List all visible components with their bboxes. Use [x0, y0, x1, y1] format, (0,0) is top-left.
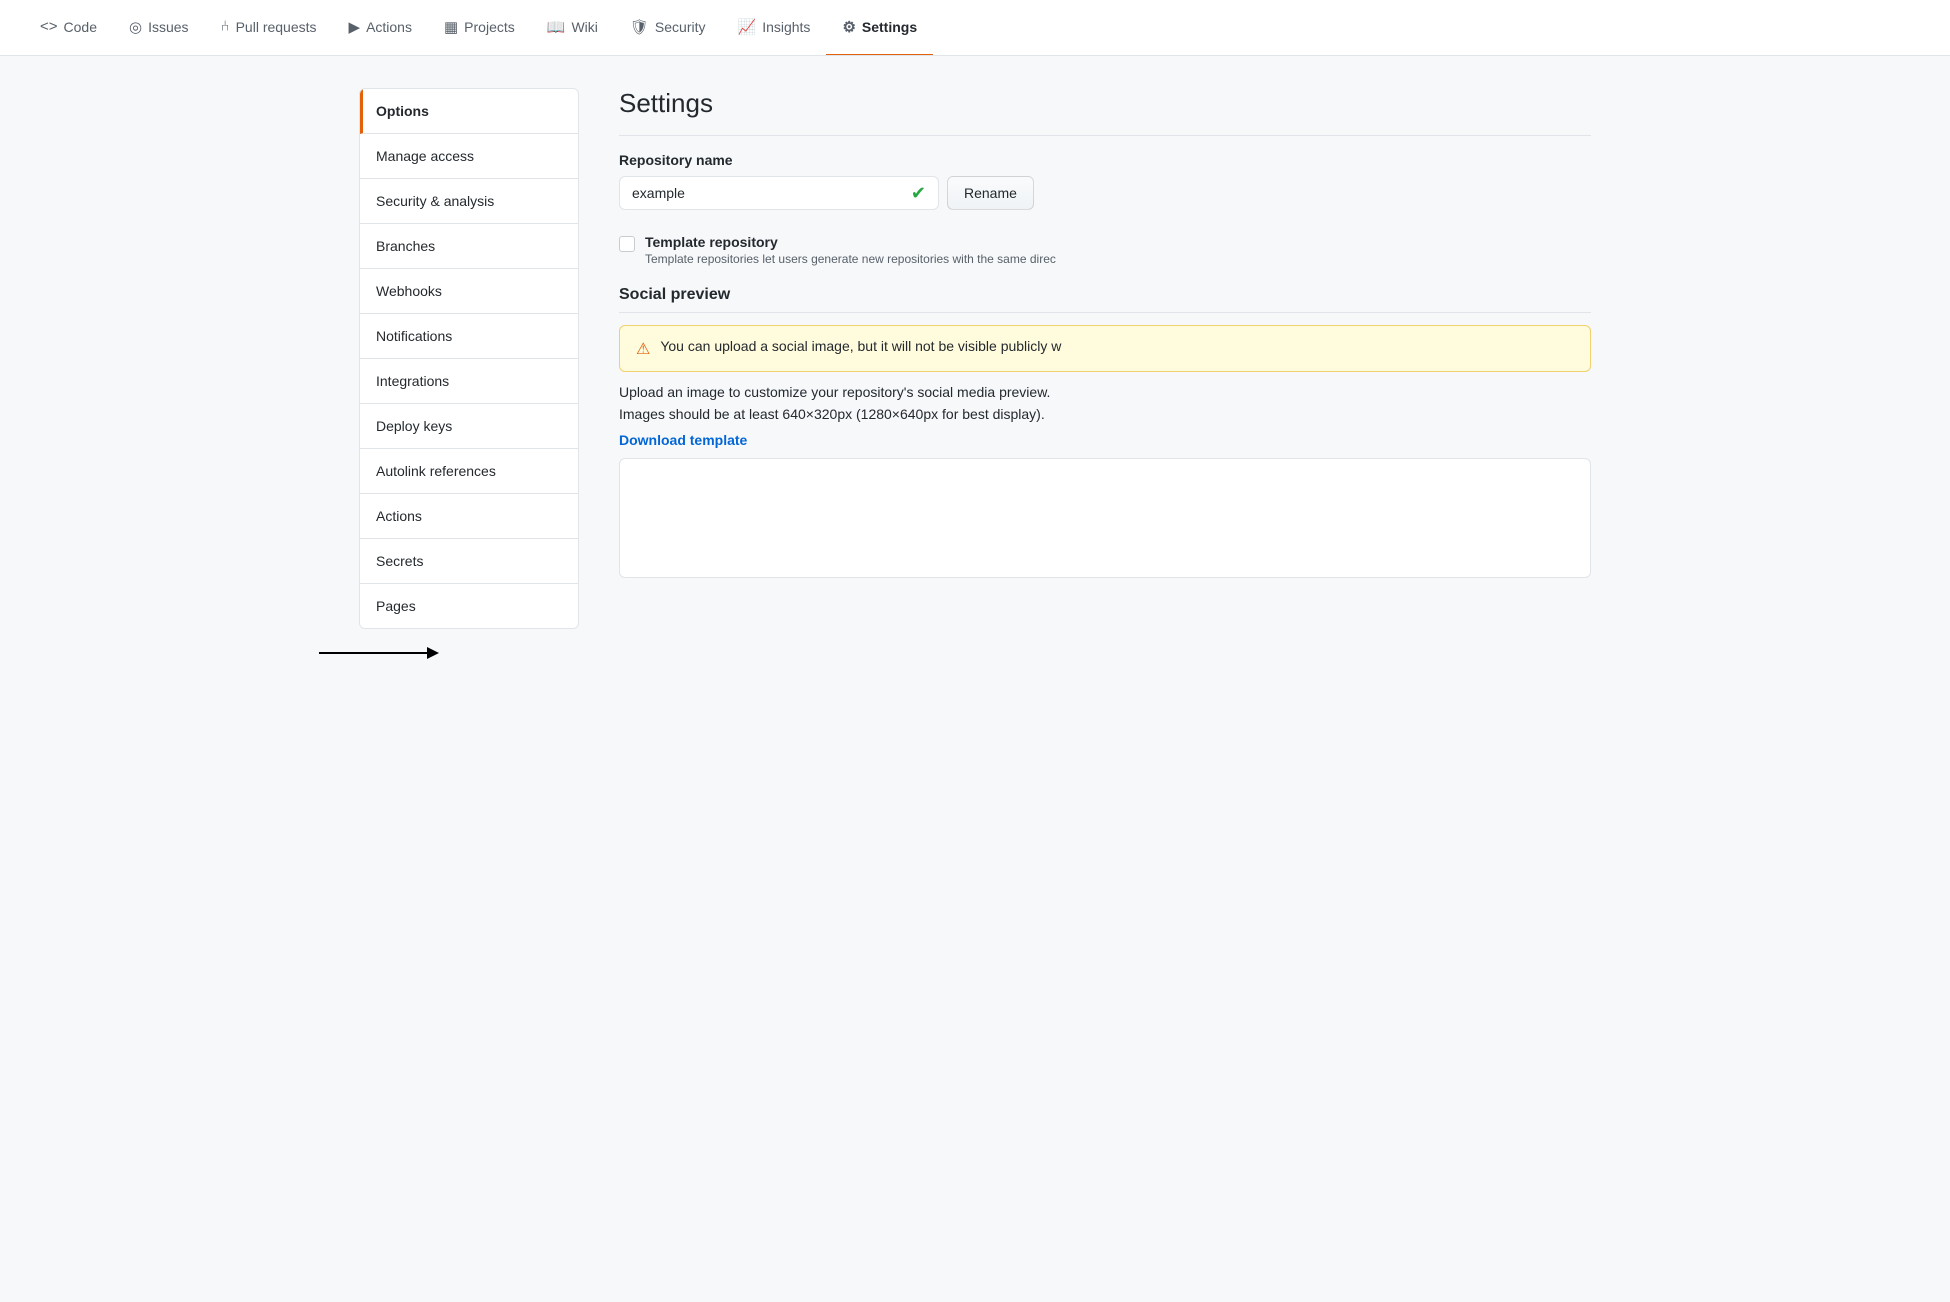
- content-area: Settings Repository name example ✔ Renam…: [619, 88, 1591, 673]
- code-icon: <>: [40, 18, 58, 35]
- download-template-link[interactable]: Download template: [619, 432, 747, 448]
- template-repo-desc: Template repositories let users generate…: [645, 252, 1056, 266]
- nav-security-label: Security: [655, 19, 706, 35]
- template-repo-text: Template repository Template repositorie…: [645, 234, 1056, 266]
- nav-pull-requests-label: Pull requests: [236, 19, 317, 35]
- template-repo-section: Template repository Template repositorie…: [619, 234, 1591, 266]
- image-upload-box[interactable]: [619, 458, 1591, 578]
- sidebar-item-autolink-references[interactable]: Autolink references: [360, 449, 578, 494]
- sidebar-item-pages[interactable]: Pages: [360, 584, 578, 628]
- security-icon: 🛡: [630, 18, 649, 36]
- rename-button[interactable]: Rename: [947, 176, 1034, 210]
- page-container: Options Manage access Security & analysi…: [335, 88, 1615, 673]
- arrow-row: [359, 633, 579, 673]
- nav-settings-label: Settings: [862, 19, 917, 35]
- actions-icon: ▶: [349, 18, 361, 36]
- sidebar-item-branches[interactable]: Branches: [360, 224, 578, 269]
- sidebar-item-actions[interactable]: Actions: [360, 494, 578, 539]
- nav-issues[interactable]: ◎ Issues: [113, 0, 205, 56]
- repo-name-value: example: [632, 185, 685, 201]
- nav-wiki[interactable]: 📖 Wiki: [531, 0, 614, 56]
- repo-name-section: Repository name example ✔ Rename: [619, 152, 1591, 210]
- arrow-indicator: [319, 641, 439, 665]
- nav-security[interactable]: 🛡 Security: [614, 0, 722, 56]
- sidebar-item-security-analysis[interactable]: Security & analysis: [360, 179, 578, 224]
- repo-name-input-row: example ✔ Rename: [619, 176, 1591, 210]
- upload-description: Upload an image to customize your reposi…: [619, 384, 1591, 400]
- nav-projects-label: Projects: [464, 19, 515, 35]
- template-repo-checkbox[interactable]: [619, 236, 635, 252]
- projects-icon: ▦: [444, 18, 458, 36]
- nav-projects[interactable]: ▦ Projects: [428, 0, 531, 56]
- wiki-icon: 📖: [547, 18, 566, 36]
- sidebar-item-secrets[interactable]: Secrets: [360, 539, 578, 584]
- sidebar-item-notifications[interactable]: Notifications: [360, 314, 578, 359]
- pull-requests-icon: ⑃: [221, 18, 230, 35]
- insights-icon: 📈: [738, 18, 757, 36]
- checkmark-icon: ✔: [911, 183, 926, 204]
- social-preview-section: Social preview ⚠ You can upload a social…: [619, 286, 1591, 578]
- sidebar-section: Options Manage access Security & analysi…: [359, 88, 579, 673]
- warning-icon: ⚠: [636, 339, 650, 359]
- nav-code[interactable]: <> Code: [24, 0, 113, 56]
- page-title: Settings: [619, 88, 1591, 136]
- warning-text: You can upload a social image, but it wi…: [660, 338, 1061, 354]
- nav-actions-label: Actions: [366, 19, 412, 35]
- sidebar-item-options[interactable]: Options: [360, 89, 578, 134]
- nav-actions[interactable]: ▶ Actions: [333, 0, 428, 56]
- top-navigation: <> Code ◎ Issues ⑃ Pull requests ▶ Actio…: [0, 0, 1950, 56]
- nav-insights-label: Insights: [762, 19, 810, 35]
- sidebar-item-integrations[interactable]: Integrations: [360, 359, 578, 404]
- social-preview-warning: ⚠ You can upload a social image, but it …: [619, 325, 1591, 372]
- nav-insights[interactable]: 📈 Insights: [722, 0, 827, 56]
- repo-name-input[interactable]: example ✔: [619, 176, 939, 210]
- repo-name-label: Repository name: [619, 152, 1591, 168]
- image-size-desc: Images should be at least 640×320px (128…: [619, 406, 1591, 422]
- arrow-svg: [319, 641, 439, 665]
- nav-issues-label: Issues: [148, 19, 188, 35]
- sidebar-item-deploy-keys[interactable]: Deploy keys: [360, 404, 578, 449]
- nav-settings[interactable]: ⚙ Settings: [826, 0, 933, 56]
- social-preview-heading: Social preview: [619, 286, 1591, 313]
- nav-pull-requests[interactable]: ⑃ Pull requests: [205, 0, 333, 56]
- nav-code-label: Code: [64, 19, 97, 35]
- sidebar-item-webhooks[interactable]: Webhooks: [360, 269, 578, 314]
- template-repo-label: Template repository: [645, 234, 1056, 250]
- issues-icon: ◎: [129, 18, 142, 36]
- sidebar-item-manage-access[interactable]: Manage access: [360, 134, 578, 179]
- sidebar: Options Manage access Security & analysi…: [359, 88, 579, 629]
- settings-icon: ⚙: [842, 18, 855, 36]
- nav-wiki-label: Wiki: [571, 19, 597, 35]
